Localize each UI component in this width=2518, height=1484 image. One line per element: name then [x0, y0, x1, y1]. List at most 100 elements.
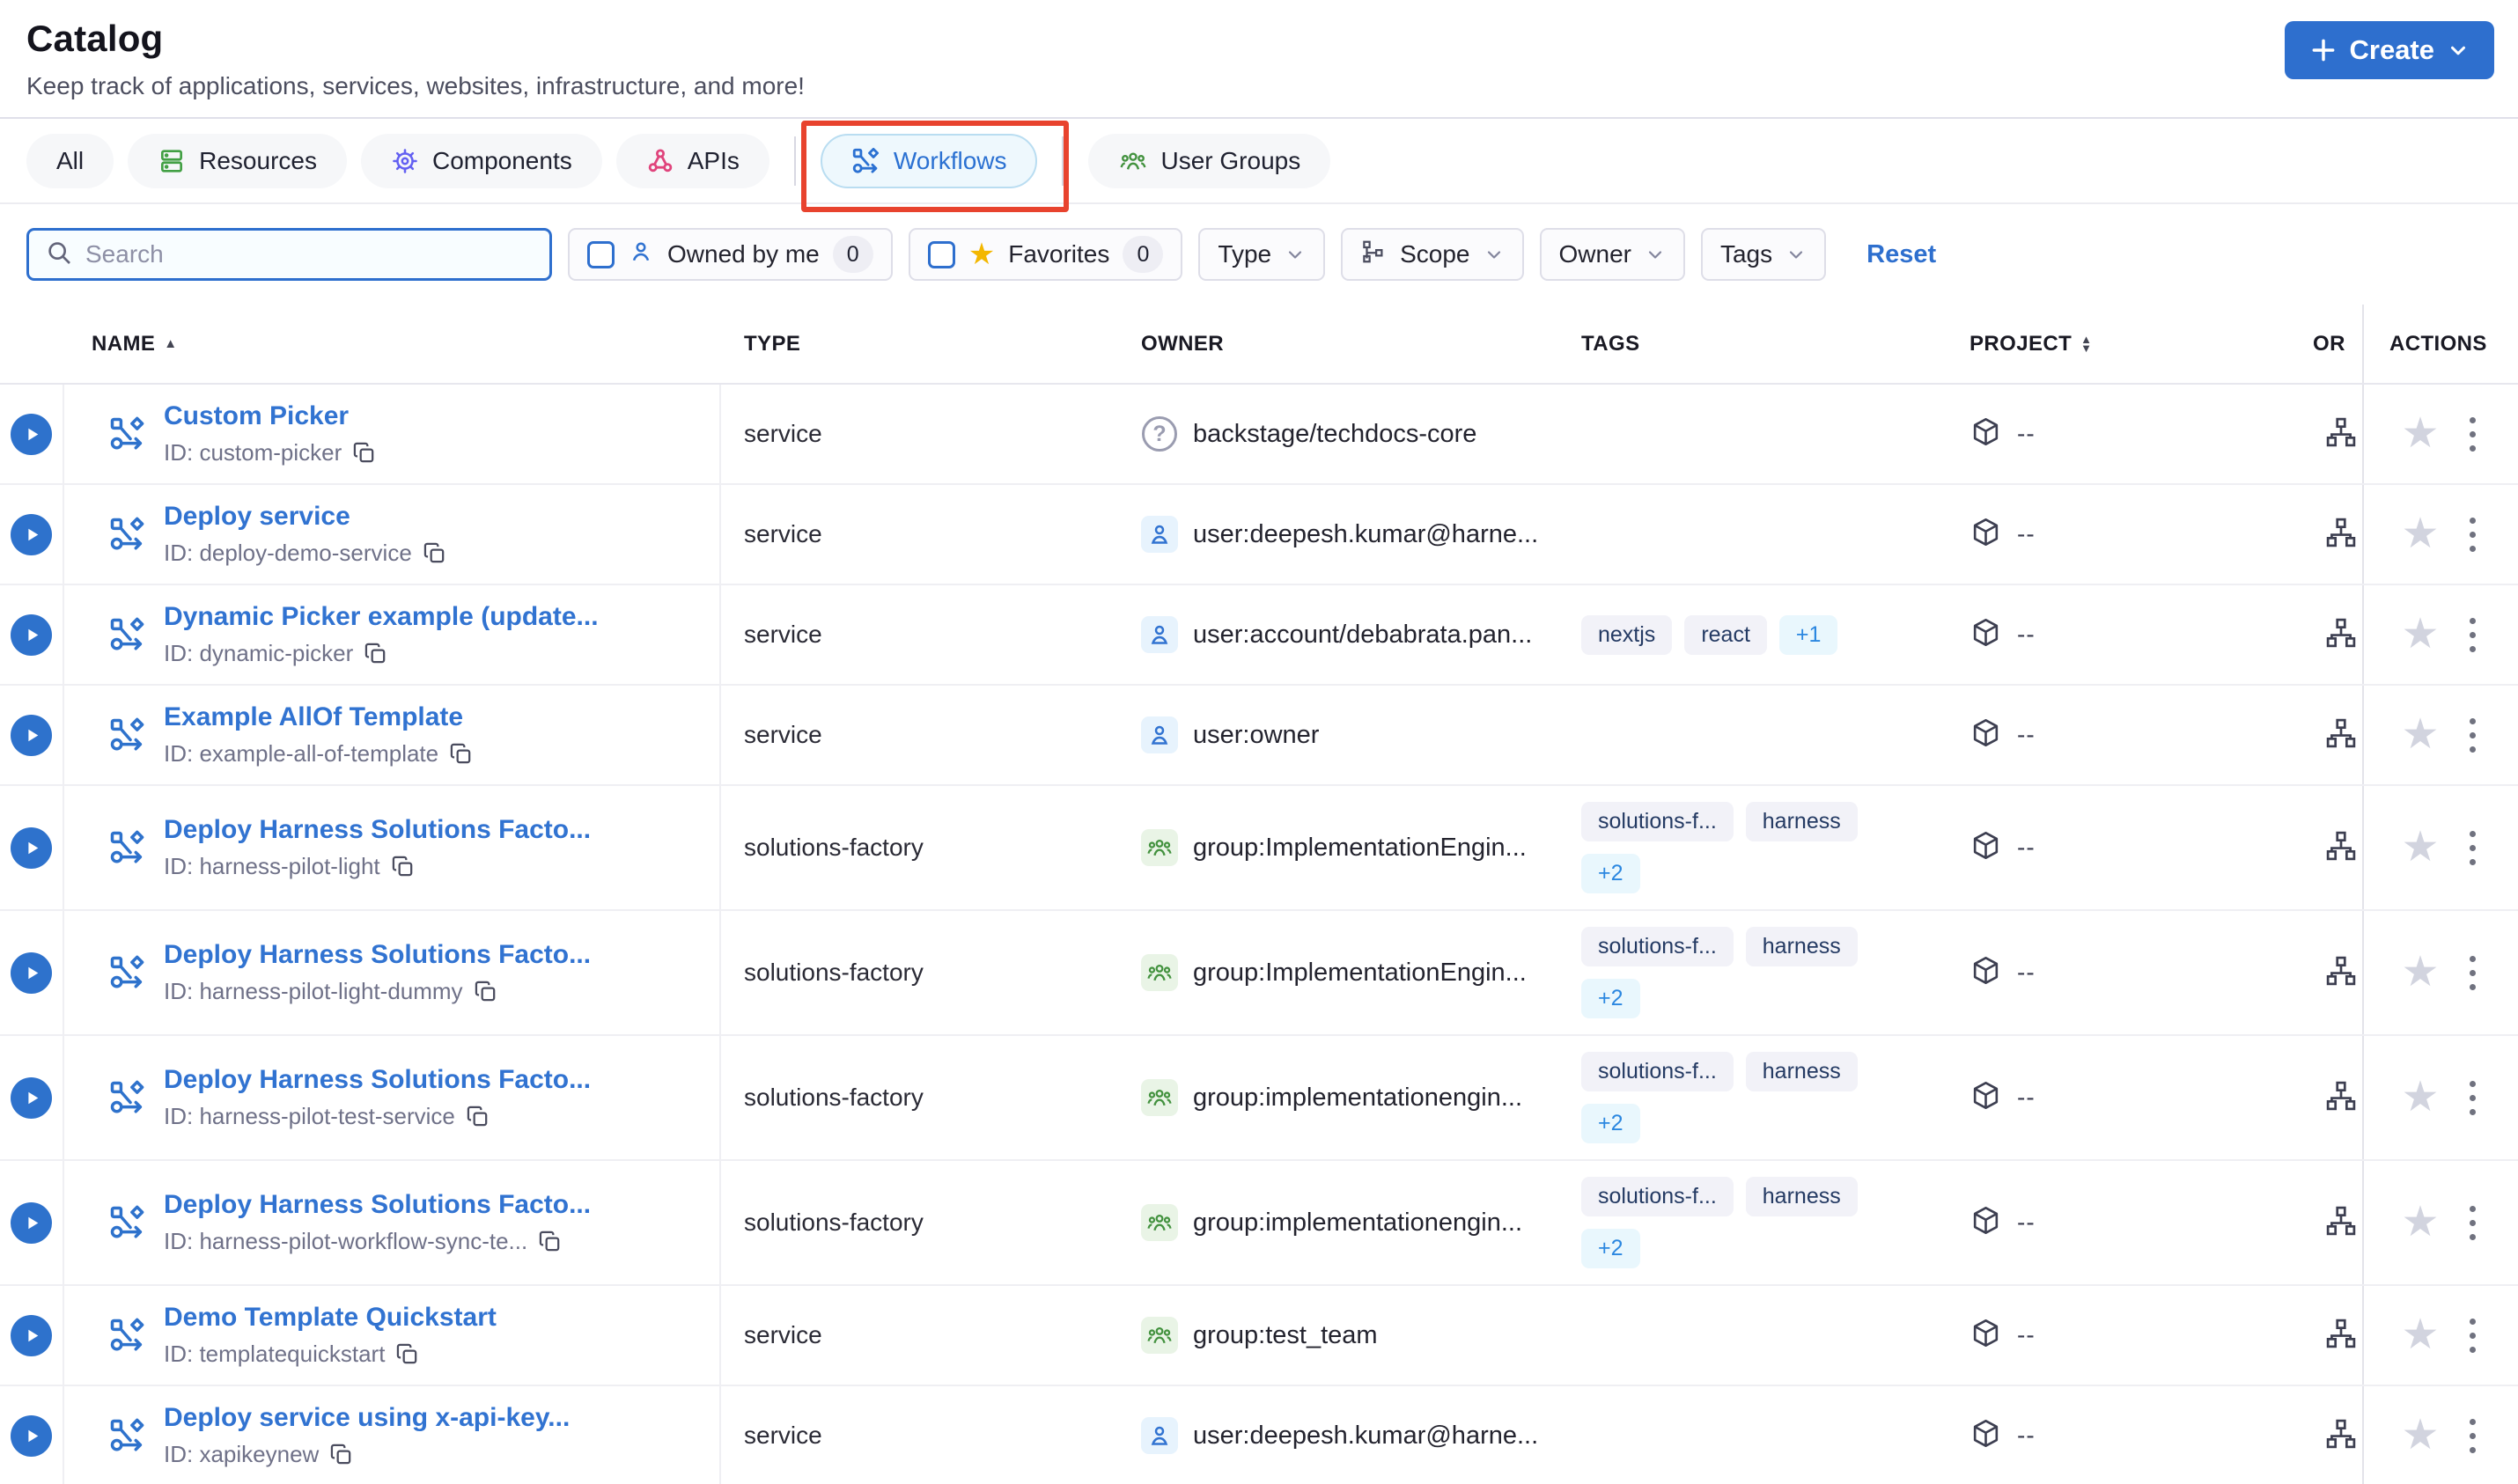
tags-dropdown[interactable]: Tags: [1700, 228, 1827, 281]
tag-pill: solutions-f...: [1581, 1052, 1734, 1091]
run-workflow-button[interactable]: [11, 1201, 52, 1244]
run-workflow-button[interactable]: [11, 951, 52, 994]
user-groups-icon: [1118, 146, 1148, 176]
workflow-name-link[interactable]: Custom Picker: [164, 401, 376, 431]
tag-more-pill[interactable]: +1: [1778, 614, 1838, 655]
tab-resources[interactable]: Resources: [128, 133, 347, 188]
workflow-name-link[interactable]: Deploy Harness Solutions Facto...: [164, 1190, 591, 1220]
copy-icon[interactable]: [466, 1105, 490, 1128]
favorite-star-icon[interactable]: ★: [2401, 714, 2439, 756]
name-cell: Example AllOf Template ID: example-all-o…: [64, 686, 721, 784]
favorite-star-icon[interactable]: ★: [2401, 1076, 2439, 1119]
owner-icon: ?: [1141, 616, 1178, 653]
copy-icon[interactable]: [474, 980, 497, 1003]
favorite-star-icon[interactable]: ★: [2401, 1414, 2439, 1457]
owner-cell: ? backstage/techdocs-core: [1129, 385, 1566, 483]
favorites-filter[interactable]: ★ Favorites 0: [908, 228, 1183, 281]
column-header-project[interactable]: PROJECT ▲ ▼: [1957, 305, 2313, 383]
owner-cell: ? user:deepesh.kumar@harne...: [1129, 485, 1566, 584]
kebab-menu-icon[interactable]: [2464, 713, 2481, 758]
name-cell: Deploy service using x-api-key... ID: xa…: [64, 1386, 721, 1484]
search-input[interactable]: [85, 240, 534, 268]
workflow-name-link[interactable]: Dynamic Picker example (update...: [164, 602, 599, 632]
owned-by-me-filter[interactable]: Owned by me 0: [568, 228, 893, 281]
package-cube-icon: [1969, 1317, 2002, 1354]
project-cell: --: [1957, 1286, 2313, 1385]
favorite-star-icon[interactable]: ★: [2401, 413, 2439, 455]
run-workflow-button[interactable]: [11, 1414, 52, 1457]
column-header-name[interactable]: NAME ▲: [64, 305, 721, 383]
tab-all[interactable]: All: [26, 133, 114, 188]
owner-dropdown[interactable]: Owner: [1539, 228, 1685, 281]
reset-filters-button[interactable]: Reset: [1866, 240, 1936, 269]
kebab-menu-icon[interactable]: [2464, 1414, 2481, 1458]
tag-more-pill[interactable]: +2: [1581, 1229, 1640, 1268]
workflow-name-link[interactable]: Demo Template Quickstart: [164, 1303, 497, 1333]
copy-icon[interactable]: [538, 1230, 562, 1253]
run-workflow-button[interactable]: [11, 413, 52, 455]
favorite-star-icon[interactable]: ★: [2401, 826, 2439, 869]
type-value: solutions-factory: [744, 1209, 924, 1236]
kebab-menu-icon[interactable]: [2464, 951, 2481, 995]
workflow-name-link[interactable]: Deploy service using x-api-key...: [164, 1403, 570, 1433]
project-cell: --: [1957, 786, 2313, 909]
workflow-name-link[interactable]: Deploy service: [164, 502, 446, 532]
kebab-menu-icon[interactable]: [2464, 1076, 2481, 1120]
user-icon: [1146, 1422, 1173, 1449]
actions-cell: ★: [2362, 385, 2518, 483]
kebab-menu-icon[interactable]: [2464, 412, 2481, 457]
kebab-menu-icon[interactable]: [2464, 1313, 2481, 1358]
type-cell: service: [721, 1286, 1129, 1385]
kebab-menu-icon[interactable]: [2464, 512, 2481, 557]
run-workflow-button[interactable]: [11, 826, 52, 869]
create-button[interactable]: Create: [2284, 21, 2494, 79]
tag-more-pill[interactable]: +2: [1581, 979, 1640, 1018]
kebab-menu-icon[interactable]: [2464, 826, 2481, 871]
favorite-star-icon[interactable]: ★: [2401, 1201, 2439, 1244]
workflow-name-link[interactable]: Example AllOf Template: [164, 702, 473, 732]
tag-pill: harness: [1745, 927, 1858, 966]
tag-more-pill[interactable]: +2: [1581, 1104, 1640, 1143]
workflow-name-link[interactable]: Deploy Harness Solutions Facto...: [164, 815, 591, 845]
tab-workflows[interactable]: Workflows: [820, 133, 1037, 188]
run-workflow-button[interactable]: [11, 1076, 52, 1119]
copy-icon[interactable]: [449, 742, 473, 766]
type-dropdown[interactable]: Type: [1198, 228, 1326, 281]
favorite-star-icon[interactable]: ★: [2401, 513, 2439, 555]
table-row: Deploy Harness Solutions Facto... ID: ha…: [0, 911, 2518, 1036]
tab-components[interactable]: Components: [360, 133, 602, 188]
project-value: --: [2017, 621, 2036, 648]
package-cube-icon: [1969, 616, 2002, 653]
run-workflow-button[interactable]: [11, 513, 52, 555]
copy-icon[interactable]: [364, 642, 387, 665]
tab-apis[interactable]: APIs: [615, 133, 769, 188]
favorites-checkbox[interactable]: [927, 240, 955, 268]
scope-dropdown[interactable]: Scope: [1341, 228, 1524, 281]
workflow-name-link[interactable]: Deploy Harness Solutions Facto...: [164, 940, 591, 970]
kebab-menu-icon[interactable]: [2464, 1201, 2481, 1245]
play-cell: [0, 385, 64, 483]
run-workflow-button[interactable]: [11, 714, 52, 756]
copy-icon[interactable]: [352, 441, 376, 465]
name-cell: Deploy Harness Solutions Facto... ID: ha…: [64, 1036, 721, 1159]
project-cell: --: [1957, 911, 2313, 1034]
owned-by-me-checkbox[interactable]: [587, 240, 615, 268]
copy-icon[interactable]: [329, 1443, 353, 1466]
chevron-down-icon: [2447, 39, 2470, 62]
favorite-star-icon[interactable]: ★: [2401, 951, 2439, 994]
run-workflow-button[interactable]: [11, 1314, 52, 1356]
copy-icon[interactable]: [423, 541, 446, 565]
favorite-star-icon[interactable]: ★: [2401, 613, 2439, 656]
actions-cell: ★: [2362, 485, 2518, 584]
search-icon: [45, 239, 73, 271]
column-header-actions: ACTIONS: [2362, 305, 2518, 383]
group-icon: [1145, 1084, 1174, 1112]
run-workflow-button[interactable]: [11, 613, 52, 656]
copy-icon[interactable]: [395, 1342, 419, 1366]
workflow-name-link[interactable]: Deploy Harness Solutions Facto...: [164, 1065, 591, 1095]
kebab-menu-icon[interactable]: [2464, 613, 2481, 658]
tab-user-groups[interactable]: User Groups: [1087, 133, 1331, 188]
copy-icon[interactable]: [391, 855, 415, 878]
tag-more-pill[interactable]: +2: [1581, 854, 1640, 893]
favorite-star-icon[interactable]: ★: [2401, 1314, 2439, 1356]
